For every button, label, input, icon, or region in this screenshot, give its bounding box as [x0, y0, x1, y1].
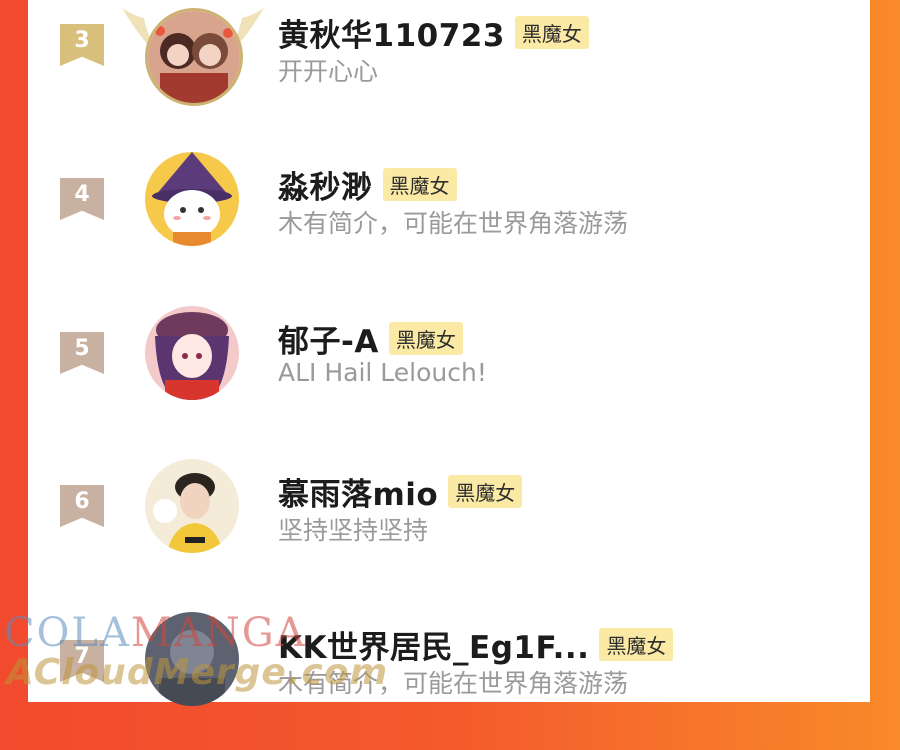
- avatar[interactable]: [145, 8, 243, 106]
- ranking-panel: 3 黄秋华110723 黑魔女 开开心心 4 淼秒渺 黑魔女 木有简介，可能在世…: [28, 0, 870, 706]
- title-tag: 黑魔女: [388, 322, 463, 355]
- ranking-row-5[interactable]: 5 郁子-A 黑魔女 ALI Hail Lelouch!: [28, 294, 870, 444]
- rank-number: 4: [74, 182, 90, 207]
- username[interactable]: KK世界居民_Eg1F...: [278, 622, 589, 667]
- rank-number: 6: [74, 489, 90, 514]
- user-bio: 木有简介，可能在世界角落游荡: [278, 209, 629, 238]
- user-bio: 坚持坚持坚持: [278, 516, 429, 545]
- ranking-row-7[interactable]: 7 KK世界居民_Eg1F... 黑魔女 木有简介，可能在世界角落游荡: [28, 600, 870, 750]
- username[interactable]: 淼秒渺: [278, 162, 373, 207]
- rank-badge: 6: [60, 485, 104, 527]
- rank-number: 3: [74, 28, 90, 53]
- rank-badge: 5: [60, 332, 104, 374]
- ranking-row-6[interactable]: 6 慕雨落mio 黑魔女 坚持坚持坚持: [28, 447, 870, 597]
- name-line: 淼秒渺 黑魔女: [278, 162, 457, 207]
- title-tag: 黑魔女: [599, 628, 674, 661]
- rank-number: 5: [74, 336, 90, 361]
- title-tag: 黑魔女: [382, 168, 457, 201]
- user-bio: ALI Hail Lelouch!: [278, 358, 487, 387]
- title-tag: 黑魔女: [448, 475, 523, 508]
- username[interactable]: 郁子-A: [278, 316, 379, 361]
- ranking-row-3[interactable]: 3 黄秋华110723 黑魔女 开开心心: [28, 0, 870, 138]
- rank-number: 7: [74, 644, 90, 669]
- rank-badge: 7: [60, 640, 104, 682]
- avatar[interactable]: [145, 152, 239, 246]
- name-line: 黄秋华110723 黑魔女: [278, 10, 589, 55]
- name-line: 郁子-A 黑魔女: [278, 316, 463, 361]
- ranking-row-4[interactable]: 4 淼秒渺 黑魔女 木有简介，可能在世界角落游荡: [28, 140, 870, 290]
- avatar[interactable]: [145, 459, 239, 553]
- title-tag: 黑魔女: [514, 16, 589, 49]
- avatar[interactable]: [145, 306, 239, 400]
- rank-badge: 3: [60, 24, 104, 66]
- user-bio: 开开心心: [278, 57, 379, 86]
- avatar[interactable]: [145, 612, 239, 706]
- rank-badge: 4: [60, 178, 104, 220]
- username[interactable]: 黄秋华110723: [278, 10, 505, 55]
- name-line: KK世界居民_Eg1F... 黑魔女: [278, 622, 674, 667]
- user-bio: 木有简介，可能在世界角落游荡: [278, 669, 629, 698]
- username[interactable]: 慕雨落mio: [278, 469, 438, 514]
- name-line: 慕雨落mio 黑魔女: [278, 469, 523, 514]
